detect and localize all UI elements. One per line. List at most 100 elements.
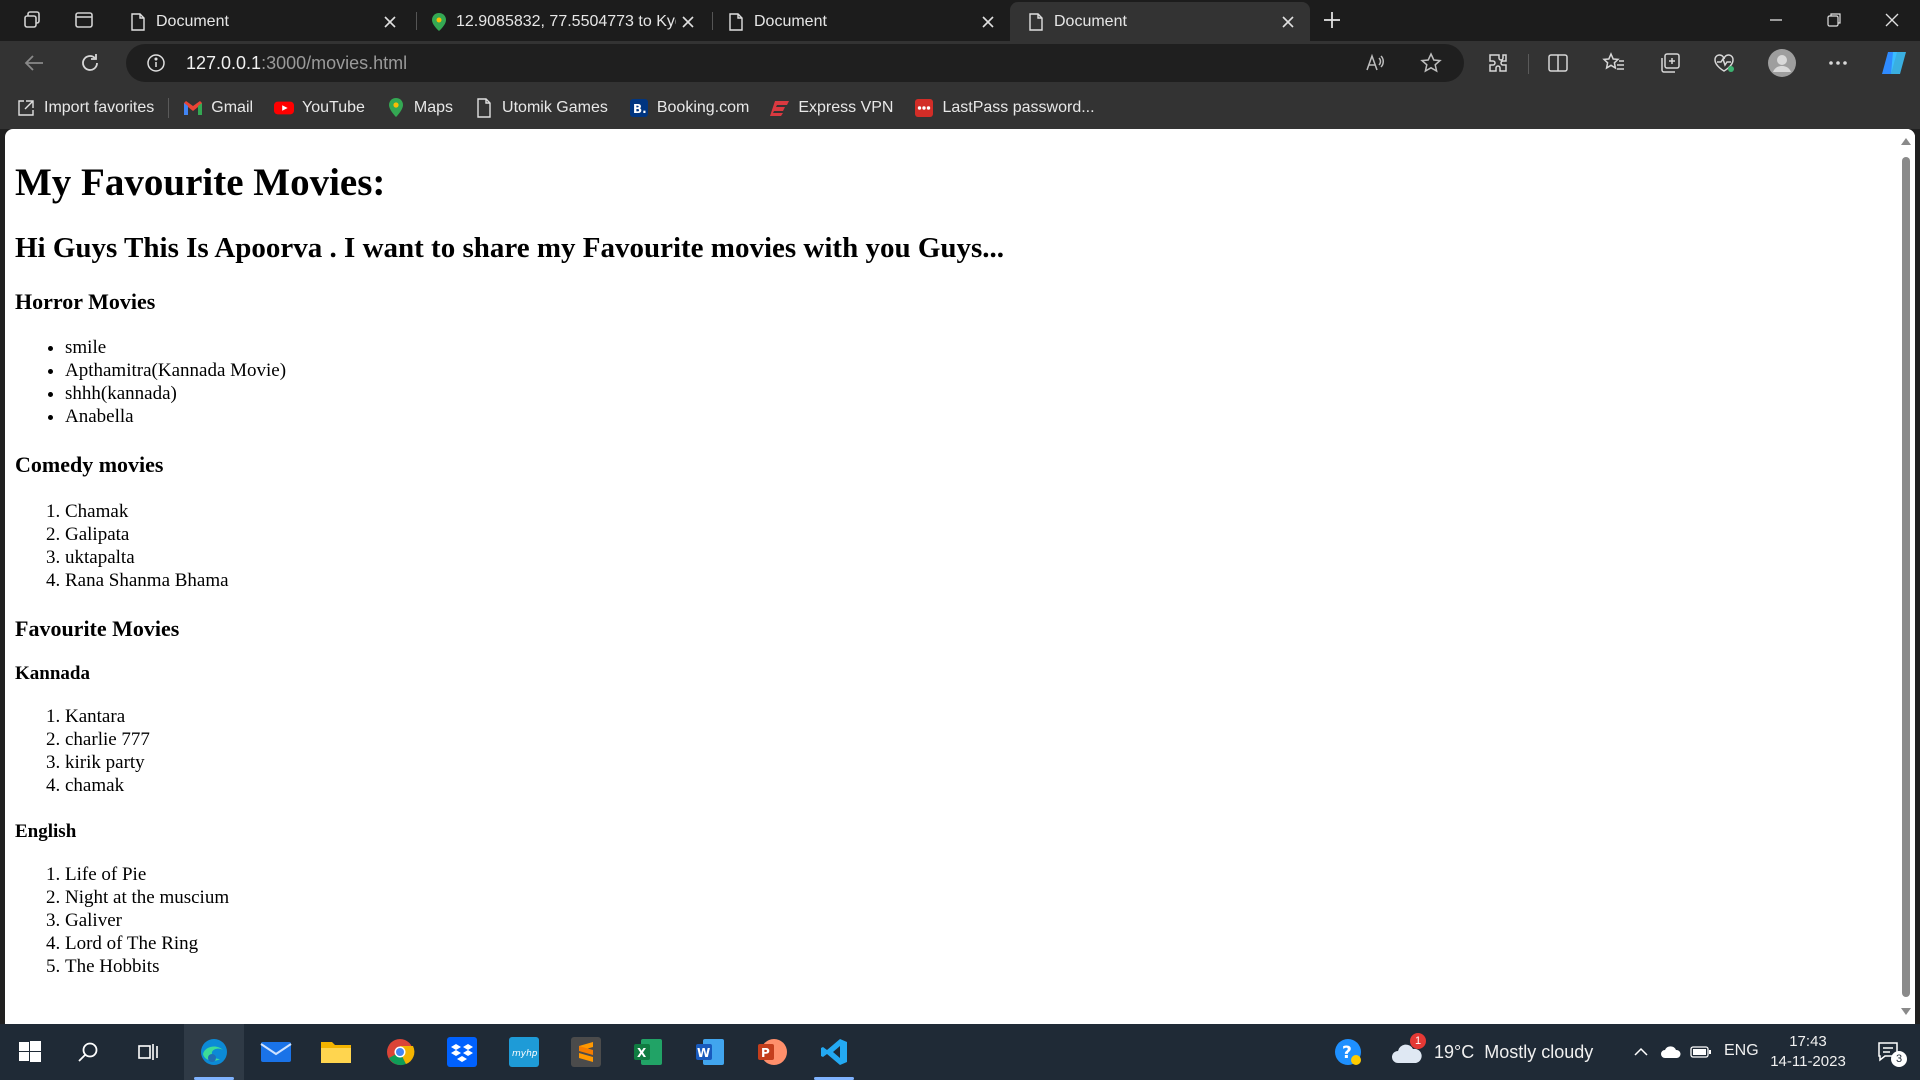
list-item: uktapalta xyxy=(65,546,1905,569)
maps-icon xyxy=(432,12,446,31)
browser-toolbar: 127.0.0.1:3000/movies.html xyxy=(0,41,1920,86)
favorite-maps[interactable]: Maps xyxy=(386,97,453,118)
tab-title: Document xyxy=(754,12,827,30)
collections-icon[interactable] xyxy=(1652,45,1688,81)
battery-icon[interactable] xyxy=(1686,1024,1716,1080)
favorite-label: LastPass password... xyxy=(942,98,1095,116)
list-item: chamak xyxy=(65,774,1905,797)
horror-heading: Horror Movies xyxy=(15,289,156,315)
more-options-icon[interactable] xyxy=(1820,45,1856,81)
scroll-down-arrow[interactable] xyxy=(1901,1008,1911,1015)
taskbar-word[interactable]: W xyxy=(680,1024,740,1080)
start-button[interactable] xyxy=(0,1024,60,1080)
taskbar-dropbox[interactable] xyxy=(432,1024,492,1080)
close-icon[interactable] xyxy=(976,10,1000,34)
clock[interactable]: 17:43 14-11-2023 xyxy=(1768,1032,1848,1072)
close-icon[interactable] xyxy=(1276,10,1300,34)
new-tab-button[interactable] xyxy=(1314,4,1350,36)
tab-document-1[interactable]: Document xyxy=(112,2,412,41)
show-hidden-icons-button[interactable] xyxy=(1626,1024,1656,1080)
search-button[interactable] xyxy=(58,1024,118,1080)
address-bar[interactable]: 127.0.0.1:3000/movies.html xyxy=(126,44,1464,82)
favorite-star-icon[interactable] xyxy=(1420,52,1442,74)
list-item: shhh(kannada) xyxy=(65,382,1905,405)
extensions-icon[interactable] xyxy=(1480,45,1516,81)
tab-document-active[interactable]: Document xyxy=(1010,2,1310,41)
tab-actions-icon[interactable] xyxy=(66,4,102,36)
favorite-label: Import favorites xyxy=(44,98,155,116)
notifications-button[interactable]: 3 xyxy=(1864,1024,1914,1080)
close-icon[interactable] xyxy=(676,10,700,34)
page-icon xyxy=(474,97,494,118)
favorite-lastpass[interactable]: LastPass password... xyxy=(914,98,1095,118)
back-button[interactable] xyxy=(16,45,52,81)
favorite-gmail[interactable]: Gmail xyxy=(183,98,253,118)
taskbar-edge[interactable] xyxy=(184,1024,244,1080)
copilot-icon[interactable] xyxy=(1876,45,1912,81)
expressvpn-icon xyxy=(770,98,790,118)
list-item: Chamak xyxy=(65,500,1905,523)
workspaces-icon[interactable] xyxy=(14,4,50,36)
svg-text:P: P xyxy=(761,1046,770,1060)
weather-temp: 19°C xyxy=(1434,1041,1475,1062)
favourite-heading: Favourite Movies xyxy=(15,615,180,641)
svg-text:?: ? xyxy=(1342,1043,1352,1063)
close-window-button[interactable] xyxy=(1864,0,1920,40)
favorite-utomik[interactable]: Utomik Games xyxy=(474,97,608,118)
taskbar-file-explorer[interactable] xyxy=(306,1024,366,1080)
onedrive-icon[interactable] xyxy=(1656,1024,1686,1080)
list-item: Galiver xyxy=(65,909,1905,932)
refresh-button[interactable] xyxy=(72,45,108,81)
scrollbar-thumb[interactable] xyxy=(1902,157,1910,997)
taskbar-mail[interactable] xyxy=(246,1024,306,1080)
taskbar-vscode[interactable] xyxy=(804,1024,864,1080)
favorite-expressvpn[interactable]: Express VPN xyxy=(770,98,893,118)
favorites-icon[interactable] xyxy=(1596,45,1632,81)
edge-icon xyxy=(201,1039,227,1065)
english-list: Life of Pie Night at the muscium Galiver… xyxy=(15,863,1905,978)
vertical-scrollbar[interactable] xyxy=(1897,129,1915,1024)
sublime-text-icon xyxy=(571,1037,601,1067)
list-item: Lord of The Ring xyxy=(65,932,1905,955)
cloudy-weather-icon: 1 xyxy=(1390,1033,1426,1065)
help-icon[interactable]: ? xyxy=(1318,1024,1378,1080)
list-item: Apthamitra(Kannada Movie) xyxy=(65,359,1905,382)
taskbar-excel[interactable]: X xyxy=(618,1024,678,1080)
close-icon[interactable] xyxy=(378,10,402,34)
scroll-up-arrow[interactable] xyxy=(1901,138,1911,145)
tab-title: 12.9085832, 77.5504773 to Kydz xyxy=(456,12,676,30)
tab-title: Document xyxy=(1054,12,1127,30)
mail-icon xyxy=(260,1042,292,1062)
url-text[interactable]: 127.0.0.1:3000/movies.html xyxy=(186,53,407,74)
vscode-icon xyxy=(821,1039,847,1065)
site-info-icon[interactable] xyxy=(146,53,166,73)
chrome-icon xyxy=(387,1039,415,1066)
favorite-booking[interactable]: B. Booking.com xyxy=(629,98,749,118)
page-title: My Favourite Movies: xyxy=(15,161,386,204)
avatar[interactable] xyxy=(1764,45,1800,81)
taskbar-chrome[interactable] xyxy=(370,1024,430,1080)
favorite-youtube[interactable]: YouTube xyxy=(274,98,365,118)
weather-widget[interactable]: 1 19°C Mostly cloudy xyxy=(1390,1024,1622,1080)
excel-icon: X xyxy=(634,1039,662,1065)
svg-text:B.: B. xyxy=(633,102,647,116)
list-item: smile xyxy=(65,336,1905,359)
taskbar-myhp[interactable]: myhp xyxy=(494,1024,554,1080)
minimize-button[interactable] xyxy=(1748,0,1804,40)
folder-icon xyxy=(321,1042,351,1063)
split-screen-icon[interactable] xyxy=(1540,45,1576,81)
task-view-button[interactable] xyxy=(118,1024,178,1080)
url-path: :3000/movies.html xyxy=(261,53,408,73)
horror-list: smile Apthamitra(Kannada Movie) shhh(kan… xyxy=(15,336,1905,428)
tab-document-2[interactable]: Document xyxy=(710,2,1010,41)
favorite-import[interactable]: Import favorites xyxy=(16,98,154,118)
taskbar-powerpoint[interactable]: P xyxy=(742,1024,802,1080)
read-aloud-icon[interactable] xyxy=(1364,52,1386,74)
taskbar-sublime[interactable] xyxy=(556,1024,616,1080)
restore-button[interactable] xyxy=(1806,0,1862,40)
intro-heading: Hi Guys This Is Apoorva . I want to shar… xyxy=(15,231,1005,264)
tab-maps[interactable]: 12.9085832, 77.5504773 to Kydz xyxy=(414,2,710,41)
booking-icon: B. xyxy=(629,98,649,118)
language-indicator[interactable]: ENG xyxy=(1724,1042,1759,1060)
browser-essentials-icon[interactable] xyxy=(1706,45,1742,81)
